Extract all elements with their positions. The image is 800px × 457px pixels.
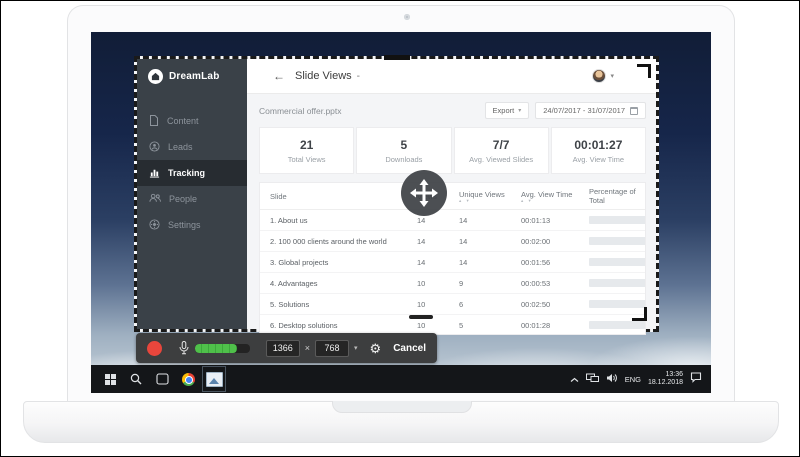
percentage-bar [589,321,646,329]
stats-row: 21 Total Views 5 Downloads 7/7 Avg. View… [259,127,646,174]
table-row[interactable]: 2. 100 000 clients around the world14 14… [260,231,645,252]
chevron-down-icon: ▾ [518,107,521,114]
avatar-caret-icon[interactable]: ▾ [610,72,614,80]
sidebar-item-label: People [169,194,197,204]
table-row[interactable]: 3. Global projects14 1400:01:56 67% [260,252,645,273]
sidebar-item-label: Content [167,116,199,126]
sidebar-item-leads[interactable]: Leads [137,134,247,160]
gear-icon[interactable]: ⚙ [370,342,382,355]
screen-recorder-app-icon[interactable] [201,365,227,393]
file-name: Commercial offer.pptx [259,106,342,116]
stat-avg-view-time: 00:01:27 Avg. View Time [551,127,646,174]
resize-handle-top-right[interactable] [637,64,651,78]
sidebar-item-content[interactable]: Content [137,108,247,134]
back-arrow-icon[interactable]: ← [273,69,285,83]
microphone-icon[interactable] [179,341,189,355]
action-center-icon[interactable] [690,370,702,388]
move-arrows-icon [409,178,439,208]
main-content: Commercial offer.pptx Export ▾ 24/07/201… [247,94,656,329]
stat-total-views: 21 Total Views [259,127,354,174]
people-icon [149,193,161,205]
taskbar-clock[interactable]: 13:36 18.12.2018 [648,371,683,388]
stat-avg-viewed-slides: 7/7 Avg. Viewed Slides [454,127,549,174]
capture-selection[interactable]: DreamLab Content Leads [134,56,659,332]
volume-icon[interactable] [606,370,618,388]
sidebar-item-tracking[interactable]: Tracking [137,160,247,186]
search-icon[interactable] [123,365,149,393]
sidebar-item-label: Settings [168,220,201,230]
network-icon[interactable] [586,370,599,388]
resize-handle-bottom-right[interactable] [632,307,647,321]
audio-level-meter [195,344,250,353]
language-indicator[interactable]: ENG [625,375,641,384]
percentage-bar [589,237,646,245]
task-view-icon[interactable] [149,365,175,393]
laptop-screen: DreamLab Content Leads [91,32,711,393]
export-button[interactable]: Export ▾ [485,102,530,119]
windows-logo-icon [105,374,116,385]
table-row[interactable]: 6. Desktop solutions10 500:01:28 47% [260,315,645,335]
stat-downloads: 5 Downloads [356,127,451,174]
sidebar-item-people[interactable]: People [137,186,247,212]
col-slide[interactable]: Slide [260,192,407,201]
table-row[interactable]: 4. Advantages10 900:00:53 60% [260,273,645,294]
col-avg-view-time[interactable]: Avg. View Time▴ ▾ [511,190,579,202]
sidebar: DreamLab Content Leads [137,59,247,329]
chrome-icon[interactable] [175,365,201,393]
table-row[interactable]: 1. About us14 1400:01:13 67% [260,210,645,231]
dreamlab-logo-icon [148,69,163,84]
screenshot-frame: DreamLab Content Leads [0,0,800,457]
person-circle-icon [149,141,160,154]
cancel-button[interactable]: Cancel [393,343,426,354]
move-handle[interactable] [401,170,447,216]
resize-handle-top-center[interactable] [384,55,410,60]
app-header: ← Slide Views - ▾ [247,59,656,94]
slides-table: Slide Views Unique Views▴ ▾ Avg. View Ti… [259,182,646,335]
percentage-bar [589,216,646,224]
start-button[interactable] [97,365,123,393]
bar-chart-icon [149,167,160,180]
sort-arrows-icon: ▴ ▾ [521,199,579,202]
sort-arrows-icon: ▴ ▾ [459,199,511,202]
table-scrollbar-thumb[interactable] [409,315,433,319]
table-row[interactable]: 5. Solutions10 600:02:50 57% [260,294,645,315]
date-range-picker[interactable]: 24/07/2017 - 31/07/2017 [535,102,646,119]
calendar-icon [630,107,638,115]
sidebar-item-settings[interactable]: Settings [137,212,247,238]
windows-taskbar: ENG 13:36 18.12.2018 [91,365,711,393]
percentage-bar [589,258,646,266]
laptop-base [23,401,779,443]
laptop-notch [332,401,472,413]
webcam-dot [404,14,410,20]
sidebar-item-label: Tracking [168,168,205,178]
capture-width-input[interactable]: 1366 [266,340,300,357]
sidebar-item-label: Leads [168,142,193,152]
col-unique-views[interactable]: Unique Views▴ ▾ [449,190,511,202]
brand-name: DreamLab [169,71,220,82]
brand[interactable]: DreamLab [137,59,247,94]
audio-level-fill [195,344,237,353]
record-button[interactable] [147,341,162,356]
page-title: Slide Views [295,70,352,82]
resolution-dropdown-caret[interactable]: ▾ [354,344,358,352]
title-dropdown-caret[interactable]: - [357,71,360,82]
document-icon [149,115,159,128]
user-avatar[interactable] [592,69,606,83]
capture-height-input[interactable]: 768 [315,340,349,357]
gear-circle-icon [149,219,160,232]
table-header: Slide Views Unique Views▴ ▾ Avg. View Ti… [260,183,645,210]
dimension-separator: × [305,343,310,353]
tray-chevron-up-icon[interactable] [570,370,579,388]
percentage-bar [589,279,646,287]
col-percentage[interactable]: Percentage of Total [579,187,645,205]
recorder-toolbar: 1366 × 768 ▾ ⚙ Cancel [136,333,437,363]
